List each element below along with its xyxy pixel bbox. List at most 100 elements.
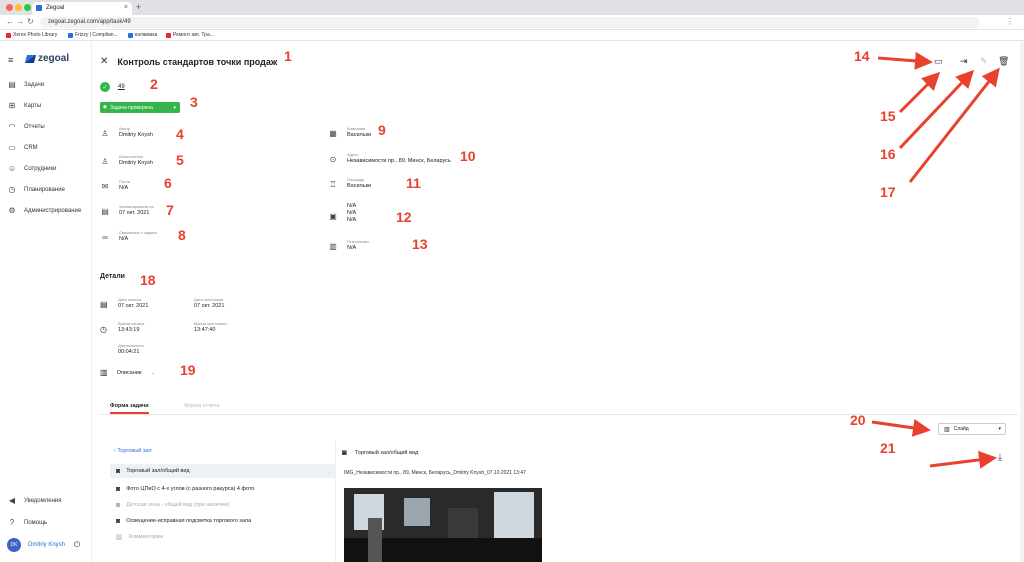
annotation-number: 7: [166, 202, 174, 218]
location-icon: ⊙: [329, 155, 337, 164]
bookmark-item[interactable]: взлжмака: [128, 32, 157, 38]
edit-icon[interactable]: ✎: [980, 56, 988, 67]
minimize-window-dot[interactable]: [15, 4, 22, 11]
sidebar-item-help[interactable]: ? Помощь: [7, 518, 47, 527]
back-arrow-icon[interactable]: ←: [6, 17, 14, 26]
tab-task-form[interactable]: Форма задачи: [110, 403, 149, 414]
description-toggle[interactable]: ▥ Описание ⌄: [100, 368, 155, 377]
task-id[interactable]: 49: [118, 84, 125, 90]
task-detail: ✕ Контроль стандартов точки продаж ▭ ⇥ ✎…: [92, 42, 1024, 562]
status-button[interactable]: ◆ Задача проверена ▾: [100, 102, 180, 113]
browser-toolbar: ← → ↻ zegoal.zegoal.com/app/task/49 ⋮: [0, 15, 1024, 30]
calendar-icon: ▤: [100, 300, 108, 309]
user-name: Dmitriy Knysh: [28, 542, 66, 548]
annotation-number: 4: [176, 126, 184, 142]
duration: Длительность 00:04:21: [118, 343, 144, 355]
export-icon[interactable]: ⇥: [960, 56, 968, 67]
company-field: ▦ Компания Васильки: [329, 126, 372, 138]
sidebar-item-admin[interactable]: ⚙ Администрирование: [7, 206, 81, 215]
status-label: Задача проверена: [110, 104, 153, 111]
page-title: Контроль стандартов точки продаж: [117, 56, 278, 67]
camera-icon: ◙: [116, 517, 121, 525]
view-title: Торговый зал/общий вид: [354, 449, 419, 456]
logo[interactable]: zegoal: [24, 53, 69, 64]
chevron-down-icon: ⌄: [150, 369, 156, 376]
close-window-dot[interactable]: [6, 4, 13, 11]
sidebar-item-crm[interactable]: ▭ CRM: [7, 143, 37, 152]
document-icon: ▥: [329, 242, 337, 251]
comment-icon[interactable]: ▭: [934, 56, 943, 67]
address-bar[interactable]: zegoal.zegoal.com/app/task/49: [40, 17, 980, 28]
form-content: ‹ Торговый зал ◙ Торговый зал/общий вид ◙…: [92, 440, 1024, 562]
download-icon[interactable]: ⤓: [998, 452, 1002, 463]
sidebar-item-maps[interactable]: ⊞ Карты: [7, 101, 41, 110]
bookmark-item[interactable]: Frizzy | Complian...: [68, 32, 118, 38]
close-icon[interactable]: ✕: [100, 56, 108, 67]
sidebar-item-employees[interactable]: ☺ Сотрудники: [7, 164, 57, 173]
browser-tab-title: Zegoal: [46, 5, 65, 11]
new-tab-icon[interactable]: +: [136, 2, 141, 12]
back-link[interactable]: ‹ Торговый зал: [114, 448, 152, 454]
bookmark-item[interactable]: Ремонт авт. Тра...: [166, 32, 214, 38]
sidebar-item-tasks[interactable]: ▤ Задачи: [7, 80, 44, 89]
camera-icon: ◙: [116, 467, 121, 475]
reload-icon[interactable]: ↻: [27, 17, 34, 26]
sidebar-item-notifications[interactable]: ◀ Уведомления: [7, 496, 62, 505]
avatar: DK: [7, 538, 21, 552]
scrollbar[interactable]: [1020, 42, 1024, 562]
list-item[interactable]: ◙ Освещение-исправная подсветка торгового…: [110, 514, 336, 528]
calendar-icon: ▤: [101, 207, 109, 216]
delete-icon[interactable]: 🗑: [998, 56, 1009, 67]
annotation-number: 18: [140, 272, 156, 288]
list-item[interactable]: ◙ Детская зона - общий вид (при наличии): [110, 498, 336, 512]
camera-icon: ◙: [116, 501, 121, 509]
sidebar: ≡ zegoal ▤ Задачи ⊞ Карты ◠ Отчеты ▭ CRM ☺ Со…: [0, 42, 92, 562]
menu-icon[interactable]: ≡: [8, 55, 13, 65]
tag-icon: ◆: [103, 104, 107, 110]
camera-icon: ◙: [116, 485, 121, 493]
document-icon: ▥: [116, 534, 123, 541]
start-time: Время начала 13:43:19: [118, 321, 145, 333]
related-tasks-field: ∞ Связанные с задачи N/A: [100, 230, 157, 242]
document-icon: ▥: [100, 368, 108, 377]
bookmark-item[interactable]: Xerox Photo Library: [6, 32, 57, 38]
sidebar-item-planning[interactable]: ◷ Планирование: [7, 185, 65, 194]
annotation-number: 2: [150, 76, 158, 92]
maximize-window-dot[interactable]: [24, 4, 31, 11]
zegoal-logo-icon: [24, 54, 37, 63]
annotation-number: 11: [406, 175, 421, 191]
status-check-icon: ✓: [100, 82, 110, 92]
sidebar-item-reports[interactable]: ◠ Отчеты: [7, 122, 45, 131]
annotation-number: 1: [284, 48, 292, 64]
address-field: ⊙ Адрес Независимости пр., 89, Минск, Бел…: [329, 152, 451, 164]
zegoal-favicon-icon: [36, 5, 42, 11]
gear-icon: ⚙: [8, 206, 16, 215]
forward-arrow-icon[interactable]: →: [16, 17, 24, 26]
form-tabs: Форма задачи Форма отчета: [100, 400, 1018, 415]
clock-icon: ◷: [100, 325, 107, 334]
store-photo[interactable]: [344, 488, 542, 562]
list-item[interactable]: ◙ Торговый зал/общий вид: [110, 464, 336, 478]
map-icon: ⊞: [8, 101, 16, 110]
url-text: zegoal.zegoal.com/app/task/49: [48, 19, 131, 25]
list-item[interactable]: ▥ Комментарии: [110, 530, 336, 544]
list-item[interactable]: ◙ Фото ЦПиО с 4-х углов (с разного ракурс…: [110, 482, 336, 496]
browser-tab[interactable]: Zegoal ×: [32, 2, 132, 15]
close-tab-icon[interactable]: ×: [124, 4, 128, 11]
logout-icon[interactable]: ⏻: [72, 540, 82, 550]
browser-menu-icon[interactable]: ⋮: [1006, 17, 1014, 26]
tasks-icon: ▤: [8, 80, 16, 89]
scheduled-field: ▤ Запланирована на 07 окт. 2021: [101, 204, 154, 216]
user-profile[interactable]: DK Dmitriy Knysh ⏻: [7, 538, 82, 552]
building-icon: ▦: [329, 129, 337, 138]
tab-report-form[interactable]: Форма отчета: [184, 403, 219, 409]
start-date: Дата начала 07 окт. 2021: [118, 297, 149, 309]
camera-icon: ◙: [342, 448, 347, 457]
regulations-field: ▥ Регулятивы N/A: [329, 239, 369, 251]
browser-tab-strip: Zegoal × +: [0, 0, 1024, 15]
view-mode-select[interactable]: ▥ Слайд ▾: [938, 423, 1006, 435]
details-heading: Детали: [100, 273, 125, 280]
annotation-number: 19: [180, 362, 196, 378]
assignee-field: ♙ Исполнитель Dmitriy Knysh: [101, 154, 153, 166]
annotation-number: 8: [178, 227, 186, 243]
